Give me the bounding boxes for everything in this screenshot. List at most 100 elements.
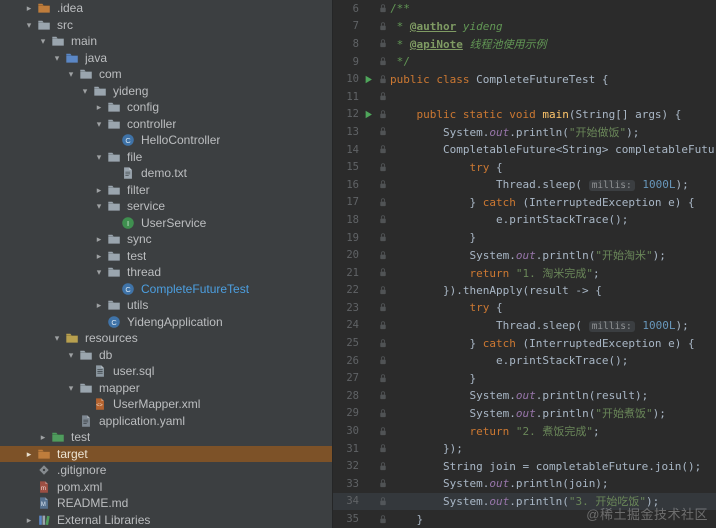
- code-line-16[interactable]: 16 Thread.sleep( millis: 1000L);: [333, 176, 716, 194]
- code-line-30[interactable]: 30 return "2. 煮饭完成";: [333, 422, 716, 440]
- code-line-19[interactable]: 19 }: [333, 229, 716, 247]
- tree-item-yideng[interactable]: ▾yideng: [0, 83, 332, 100]
- chevron-right-icon[interactable]: ▸: [92, 231, 106, 248]
- chevron-right-icon[interactable]: ▸: [36, 429, 50, 446]
- chevron-down-icon[interactable]: ▾: [92, 149, 106, 166]
- tree-item-test[interactable]: ▸test: [0, 429, 332, 446]
- chevron-down-icon[interactable]: ▾: [36, 33, 50, 50]
- chevron-down-icon[interactable]: ▾: [50, 50, 64, 67]
- chevron-down-icon[interactable]: ▾: [64, 380, 78, 397]
- chevron-right-icon[interactable]: ▸: [22, 446, 36, 463]
- code-line-25[interactable]: 25 } catch (InterruptedException e) {: [333, 334, 716, 352]
- line-number: 21: [333, 267, 362, 279]
- chevron-right-icon[interactable]: ▸: [92, 248, 106, 265]
- code-line-10[interactable]: 10public class CompleteFutureTest {: [333, 70, 716, 88]
- code-token: "开始做饭": [569, 126, 626, 139]
- tree-item-src[interactable]: ▾src: [0, 17, 332, 34]
- code-line-31[interactable]: 31 });: [333, 440, 716, 458]
- tree-item-db[interactable]: ▾db: [0, 347, 332, 364]
- tree-item-demo-txt[interactable]: demo.txt: [0, 165, 332, 182]
- tree-item-com[interactable]: ▾com: [0, 66, 332, 83]
- tree-item-config[interactable]: ▸config: [0, 99, 332, 116]
- chevron-right-icon[interactable]: ▸: [92, 99, 106, 116]
- line-number: 17: [333, 196, 362, 208]
- chevron-right-icon[interactable]: ▸: [22, 0, 36, 17]
- chevron-down-icon[interactable]: ▾: [92, 198, 106, 215]
- chevron-down-icon[interactable]: ▾: [22, 17, 36, 34]
- tree-item-gitignore[interactable]: .gitignore: [0, 462, 332, 479]
- run-button-icon[interactable]: [362, 75, 375, 84]
- tree-item-usermapper-xml[interactable]: <>UserMapper.xml: [0, 396, 332, 413]
- tree-item-target[interactable]: ▸target: [0, 446, 332, 463]
- tree-item-idea[interactable]: ▸.idea: [0, 0, 332, 17]
- code-token: try: [469, 301, 496, 314]
- code-line-29[interactable]: 29 System.out.println("开始煮饭");: [333, 405, 716, 423]
- chevron-right-icon[interactable]: ▸: [22, 512, 36, 528]
- code-line-33[interactable]: 33 System.out.println(join);: [333, 475, 716, 493]
- code-line-7[interactable]: 7 * @author yideng: [333, 18, 716, 36]
- code-line-27[interactable]: 27 }: [333, 369, 716, 387]
- code-line-6[interactable]: 6/**: [333, 0, 716, 18]
- tree-item-resources[interactable]: ▾resources: [0, 330, 332, 347]
- code-line-17[interactable]: 17 } catch (InterruptedException e) {: [333, 194, 716, 212]
- code-token: System.: [390, 407, 516, 420]
- code-line-22[interactable]: 22 }).thenApply(result -> {: [333, 282, 716, 300]
- chevron-down-icon[interactable]: ▾: [78, 83, 92, 100]
- code-line-14[interactable]: 14 CompletableFuture<String> completable…: [333, 141, 716, 159]
- chevron-down-icon[interactable]: ▾: [92, 116, 106, 133]
- chevron-down-icon[interactable]: ▾: [92, 264, 106, 281]
- tree-item-label: filter: [127, 183, 150, 197]
- tree-item-yidengapplication[interactable]: CYidengApplication: [0, 314, 332, 331]
- code-line-8[interactable]: 8 * @apiNote 线程池使用示例: [333, 35, 716, 53]
- tree-item-mapper[interactable]: ▾mapper: [0, 380, 332, 397]
- chevron-down-icon[interactable]: ▾: [64, 66, 78, 83]
- tree-item-test[interactable]: ▸test: [0, 248, 332, 265]
- code-line-24[interactable]: 24 Thread.sleep( millis: 1000L);: [333, 317, 716, 335]
- tree-item-service[interactable]: ▾ service: [0, 198, 332, 215]
- chevron-down-icon[interactable]: ▾: [64, 347, 78, 364]
- tree-item-external-libraries[interactable]: ▸External Libraries: [0, 512, 332, 528]
- chevron-down-icon[interactable]: ▾: [50, 330, 64, 347]
- tree-item-file[interactable]: ▾file: [0, 149, 332, 166]
- tree-item-sync[interactable]: ▸sync: [0, 231, 332, 248]
- tree-item-controller[interactable]: ▾controller: [0, 116, 332, 133]
- tree-item-pom-xml[interactable]: mpom.xml: [0, 479, 332, 496]
- code-line-11[interactable]: 11: [333, 88, 716, 106]
- chevron-right-icon[interactable]: ▸: [92, 297, 106, 314]
- tree-item-label: CompleteFutureTest: [141, 282, 249, 296]
- code-line-20[interactable]: 20 System.out.println("开始淘米");: [333, 246, 716, 264]
- code-line-15[interactable]: 15 try {: [333, 158, 716, 176]
- code-token: }: [390, 513, 423, 526]
- code-line-18[interactable]: 18 e.printStackTrace();: [333, 211, 716, 229]
- code-line-12[interactable]: 12 public static void main(String[] args…: [333, 106, 716, 124]
- tree-item-utils[interactable]: ▸utils: [0, 297, 332, 314]
- tree-item-hellocontroller[interactable]: CHelloController: [0, 132, 332, 149]
- tree-item-label: service: [127, 199, 165, 213]
- folder-icon: [92, 83, 108, 98]
- line-number: 18: [333, 214, 362, 226]
- tree-item-java[interactable]: ▾java: [0, 50, 332, 67]
- tree-item-completefuturetest[interactable]: CCompleteFutureTest: [0, 281, 332, 298]
- tree-item-filter[interactable]: ▸ filter: [0, 182, 332, 199]
- code-text: System.out.println(result);: [390, 389, 716, 402]
- run-button-icon[interactable]: [362, 110, 375, 119]
- code-line-23[interactable]: 23 try {: [333, 299, 716, 317]
- code-token: [390, 301, 469, 314]
- tree-item-user-sql[interactable]: user.sql: [0, 363, 332, 380]
- code-line-21[interactable]: 21 return "1. 淘米完成";: [333, 264, 716, 282]
- tree-item-userservice[interactable]: IUserService: [0, 215, 332, 232]
- gutter-bookmark-icon: [375, 408, 390, 419]
- code-text: System.out.println("开始煮饭");: [390, 405, 716, 421]
- code-text: public static void main(String[] args) {: [390, 108, 716, 121]
- tree-item-main[interactable]: ▾main: [0, 33, 332, 50]
- code-line-28[interactable]: 28 System.out.println(result);: [333, 387, 716, 405]
- tree-item-thread[interactable]: ▾thread: [0, 264, 332, 281]
- chevron-right-icon[interactable]: ▸: [92, 182, 106, 199]
- code-line-13[interactable]: 13 System.out.println("开始做饭");: [333, 123, 716, 141]
- code-line-26[interactable]: 26 e.printStackTrace();: [333, 352, 716, 370]
- tree-item-application-yaml[interactable]: application.yaml: [0, 413, 332, 430]
- code-line-9[interactable]: 9 */: [333, 53, 716, 71]
- tree-item-readme-md[interactable]: MREADME.md: [0, 495, 332, 512]
- code-line-32[interactable]: 32 String join = completableFuture.join(…: [333, 457, 716, 475]
- code-editor[interactable]: 6/**7 * @author yideng8 * @apiNote 线程池使用…: [333, 0, 716, 528]
